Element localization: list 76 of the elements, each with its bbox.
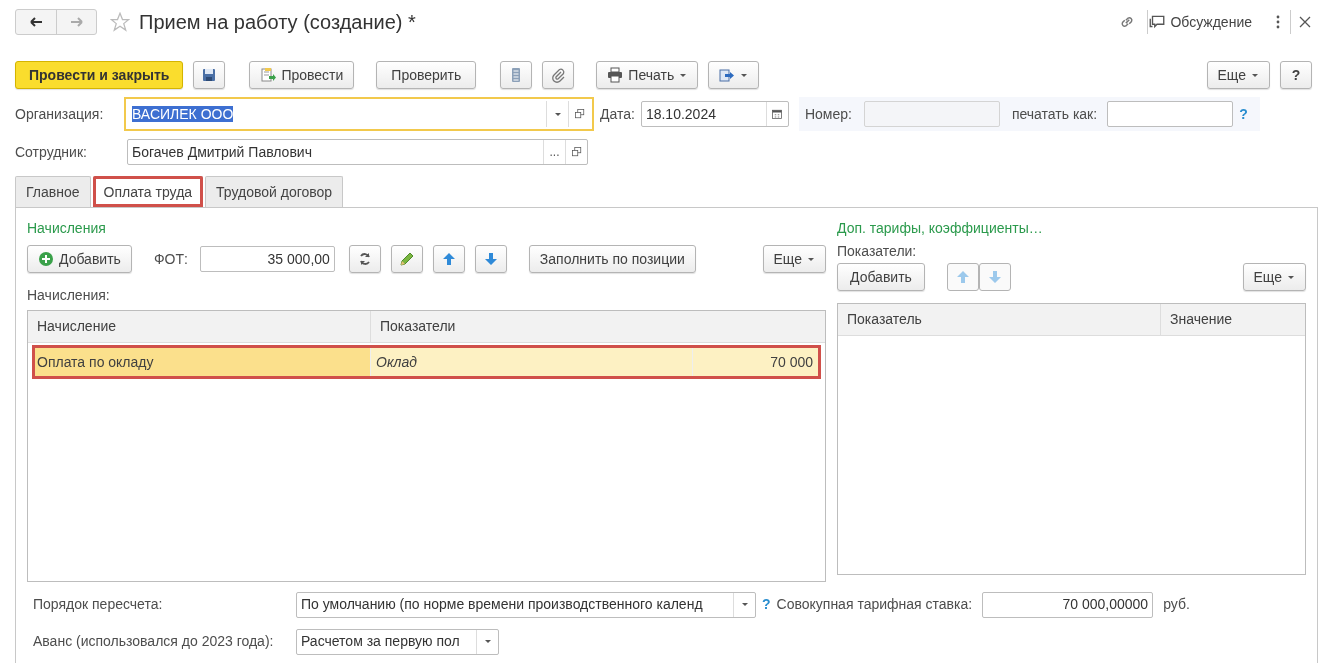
date-field[interactable]: 18.10.2024 [640,101,789,127]
field-label: печатать как: [1011,104,1098,124]
open-window-icon [573,108,586,120]
field-label: Порядок пересчета: [33,595,164,614]
add-button[interactable]: Добавить [27,245,132,273]
section-title: Начисления [27,219,107,238]
dropdown-triangle-icon [483,639,492,644]
tab[interactable]: Трудовой договор [205,176,344,207]
caret-icon [807,256,815,262]
save-button[interactable] [193,61,226,89]
calendar-icon [771,108,784,120]
organization-field[interactable]: ВАСИЛЕК ООО [124,97,594,131]
move-up-button[interactable] [946,263,979,291]
select-button[interactable]: ... [543,140,565,164]
more-button[interactable]: Еще [1242,263,1306,291]
move-down-button[interactable] [474,245,507,273]
dropdown-triangle-icon [553,111,562,117]
caret-icon [740,72,749,78]
move-down-button[interactable] [978,263,1011,291]
post-and-close-button[interactable]: Провести и закрыть [15,61,184,89]
tab[interactable]: Главное [15,176,91,207]
caret-icon [679,72,688,78]
fill-by-position-button[interactable]: Заполнить по позиции [528,245,696,273]
post-button[interactable]: Провести [249,61,355,89]
section-label: Показатели: [837,242,918,261]
more-button[interactable]: Еще [1206,61,1270,89]
column-header: Показатели [379,317,457,336]
section-title: Доп. тарифы, коэффициенты… [837,219,1044,238]
chat-icon [1148,13,1167,31]
help-button[interactable]: ? [1280,61,1312,89]
tab[interactable]: Оплата труда [92,176,204,207]
field-label: Номер: [804,104,852,124]
edit-button[interactable] [390,245,423,273]
plus-circle-icon [38,251,54,267]
table-row[interactable]: Оплата по окладу Оклад 70 000 [32,345,821,379]
column-header: Показатель [838,304,1161,335]
open-window-icon [570,146,583,158]
column-header: Начисление [28,311,371,342]
field-label: ФОТ: [153,249,188,269]
field-label: Аванс (использовался до 2023 года): [33,632,275,651]
document-arrow-icon [260,67,277,83]
column-header: Значение [1169,310,1234,329]
currency-label: руб. [1163,595,1190,614]
export-icon [719,67,736,83]
move-up-button[interactable] [432,245,465,273]
table-cell: Оклад [371,345,693,379]
advance-select[interactable]: Расчетом за первую пол [296,628,499,655]
pencil-icon [398,251,415,267]
print-as-field[interactable] [1107,101,1234,127]
attach-button[interactable] [542,61,575,89]
more-button[interactable]: Еще [762,245,826,273]
add-button[interactable]: Добавить [837,263,925,291]
list-button[interactable] [500,61,533,89]
caret-icon [1251,72,1259,78]
employee-field[interactable]: Богачев Дмитрий Павлович ... [127,139,588,165]
field-label: Сотрудник: [15,142,88,162]
tariff-rate-field[interactable]: 70 000,00000 [982,591,1154,618]
print-button[interactable]: Печать [596,61,699,89]
recalculation-select[interactable]: По умолчанию (по норме времени производственного календ [296,591,756,618]
table-cell: 70 000 [693,345,821,379]
fot-field[interactable]: 35 000,00 [199,246,335,272]
printer-icon [607,67,624,83]
caret-icon [1287,274,1295,280]
field-label: Совокупная тарифная ставка: [776,595,973,614]
refresh-button[interactable] [348,245,381,273]
check-button[interactable]: Проверить [376,61,477,89]
help-button[interactable]: ? [756,594,777,615]
dropdown-triangle-icon [740,602,749,607]
field-label: Организация: [15,104,105,124]
paperclip-icon [550,67,567,83]
field-label: Дата: [600,104,635,124]
table-label: Начисления: [27,286,111,305]
window-title: Прием на работу (создание) * [139,10,416,35]
export-button[interactable] [708,61,760,89]
table-cell: Оплата по окладу [32,345,371,379]
discussion-button[interactable]: Обсуждение [1147,10,1252,34]
